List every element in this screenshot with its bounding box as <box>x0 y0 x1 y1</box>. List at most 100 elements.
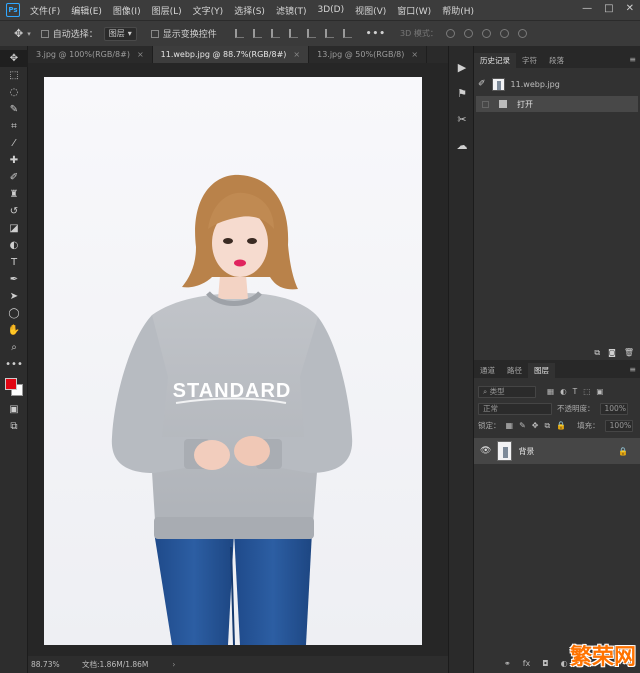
document-image[interactable]: STANDARD <box>44 77 422 645</box>
healing-brush-tool-icon[interactable]: ✚ <box>0 152 28 169</box>
close-icon[interactable]: × <box>293 50 300 59</box>
new-adjustment-icon[interactable]: ◐ <box>561 659 568 668</box>
fill-input[interactable]: 100% <box>604 419 633 432</box>
crop-tool-icon[interactable]: ⌗ <box>0 118 28 135</box>
panel-menu-icon[interactable]: ≡ <box>629 365 636 374</box>
menu-image[interactable]: 图像(I) <box>113 4 141 17</box>
new-document-from-state-icon[interactable]: ⧉ <box>594 348 600 358</box>
roll-3d-icon[interactable] <box>463 29 473 38</box>
blend-mode-dropdown[interactable]: 正常 <box>478 402 552 415</box>
filter-shape-icon[interactable]: ⬚ <box>583 387 590 396</box>
brush-tool-icon[interactable]: ✐ <box>0 169 28 186</box>
history-snapshot[interactable]: ✐ 11.webp.jpg <box>474 74 640 94</box>
edit-toolbar-icon[interactable]: ••• <box>0 356 28 373</box>
opacity-input[interactable]: 100% <box>599 402 628 415</box>
play-actions-icon[interactable]: ▶ <box>449 54 475 80</box>
align-bottom-icon[interactable] <box>324 29 334 38</box>
tab-character[interactable]: 字符 <box>516 53 543 68</box>
lock-pixels-icon[interactable]: ✎ <box>519 421 526 431</box>
tab-layers[interactable]: 图层 <box>528 363 555 378</box>
lock-transparent-icon[interactable]: ▦ <box>506 421 514 431</box>
menu-3d[interactable]: 3D(D) <box>317 5 344 15</box>
zoom-tool-icon[interactable]: ⌕ <box>0 339 28 356</box>
tool-preset-caret-icon[interactable]: ▾ <box>27 30 31 38</box>
history-brush-source-icon[interactable]: ✐ <box>478 79 486 89</box>
scale-3d-icon[interactable] <box>517 29 527 38</box>
lasso-tool-icon[interactable]: ◌ <box>0 84 28 101</box>
distribute-icon[interactable] <box>342 29 352 38</box>
status-menu-arrow-icon[interactable]: › <box>172 660 175 669</box>
eraser-tool-icon[interactable]: ◪ <box>0 220 28 237</box>
quick-select-tool-icon[interactable]: ✎ <box>0 101 28 118</box>
marquee-tool-icon[interactable]: ⬚ <box>0 67 28 84</box>
type-tool-icon[interactable]: T <box>0 254 28 271</box>
eyedropper-tool-icon[interactable]: ⁄ <box>0 135 28 152</box>
align-center-icon[interactable] <box>252 29 262 38</box>
pen-tool-icon[interactable]: ✒ <box>0 271 28 288</box>
panel-menu-icon[interactable]: ≡ <box>629 55 636 64</box>
menu-edit[interactable]: 编辑(E) <box>71 4 102 17</box>
orbit-3d-icon[interactable] <box>445 29 455 38</box>
slide-3d-icon[interactable] <box>499 29 509 38</box>
foreground-color-swatch[interactable] <box>5 378 17 390</box>
zoom-level[interactable]: 88.73% <box>28 660 68 669</box>
menu-filter[interactable]: 滤镜(T) <box>276 4 307 17</box>
tools-adjust-icon[interactable]: ✂ <box>449 106 475 132</box>
lock-artboard-icon[interactable]: ⧉ <box>544 421 550 431</box>
auto-select-target-dropdown[interactable]: 图层 ▾ <box>103 26 137 41</box>
screen-mode-icon[interactable]: ⧉ <box>0 418 28 435</box>
history-brush-tool-icon[interactable]: ↺ <box>0 203 28 220</box>
close-icon[interactable]: × <box>137 50 144 59</box>
tab-11-webp-jpg[interactable]: 11.webp.jpg @ 88.7%(RGB/8#) × <box>152 46 310 63</box>
close-icon[interactable]: × <box>411 50 418 59</box>
tab-3-jpg[interactable]: 3.jpg @ 100%(RGB/8#) × <box>28 46 153 63</box>
menu-select[interactable]: 选择(S) <box>234 4 265 17</box>
layer-style-icon[interactable]: fx <box>523 659 531 668</box>
auto-select-checkbox[interactable] <box>40 29 49 38</box>
move-tool-icon[interactable]: ✥ <box>14 27 23 40</box>
clone-stamp-tool-icon[interactable]: ♜ <box>0 186 28 203</box>
move-tool-icon[interactable]: ✥ <box>0 50 28 67</box>
camera-snapshot-icon[interactable]: ◙ <box>608 348 616 358</box>
path-select-tool-icon[interactable]: ➤ <box>0 288 28 305</box>
history-state-item[interactable]: 打开 <box>476 96 638 112</box>
filter-smart-object-icon[interactable]: ▣ <box>596 387 603 396</box>
tab-channels[interactable]: 通道 <box>474 363 501 378</box>
filter-type-icon[interactable]: T <box>573 387 578 396</box>
add-mask-icon[interactable]: ◘ <box>542 659 548 668</box>
menu-window[interactable]: 窗口(W) <box>397 4 431 17</box>
show-transform-checkbox[interactable] <box>150 29 159 38</box>
tab-history[interactable]: 历史记录 <box>474 53 516 68</box>
trash-icon[interactable]: 🗑 <box>624 348 634 358</box>
close-window-button[interactable]: ✕ <box>626 3 634 14</box>
clone-source-icon[interactable]: ⚑ <box>449 80 475 106</box>
align-right-icon[interactable] <box>270 29 280 38</box>
tab-13-jpg[interactable]: 13.jpg @ 50%(RGB/8) × <box>309 46 428 63</box>
gradient-tool-icon[interactable]: ◐ <box>0 237 28 254</box>
layer-filter-dropdown[interactable]: ⌕ 类型 <box>478 385 536 398</box>
layer-row-background[interactable]: 👁 背景 🔒 <box>474 438 640 464</box>
quick-mask-icon[interactable]: ▣ <box>0 401 28 418</box>
link-layers-icon[interactable]: ⚭ <box>504 659 511 668</box>
eye-visibility-icon[interactable]: 👁 <box>480 446 491 456</box>
align-left-icon[interactable] <box>234 29 244 38</box>
tab-paragraph[interactable]: 段落 <box>543 53 570 68</box>
tab-paths[interactable]: 路径 <box>501 363 528 378</box>
lock-all-icon[interactable]: 🔒 <box>556 421 566 431</box>
minimize-button[interactable]: — <box>582 3 592 14</box>
filter-pixel-icon[interactable]: ▦ <box>547 387 554 396</box>
lock-position-icon[interactable]: ✥ <box>532 421 539 431</box>
align-middle-icon[interactable] <box>306 29 316 38</box>
creative-cloud-icon[interactable]: ☁ <box>449 132 475 158</box>
menu-view[interactable]: 视图(V) <box>355 4 386 17</box>
maximize-button[interactable]: □ <box>604 3 613 14</box>
menu-layer[interactable]: 图层(L) <box>152 4 182 17</box>
hand-tool-icon[interactable]: ✋ <box>0 322 28 339</box>
menu-type[interactable]: 文字(Y) <box>193 4 224 17</box>
filter-adjustment-icon[interactable]: ◐ <box>560 387 567 396</box>
menu-help[interactable]: 帮助(H) <box>442 4 474 17</box>
align-top-icon[interactable] <box>288 29 298 38</box>
pan-3d-icon[interactable] <box>481 29 491 38</box>
canvas-area[interactable]: STANDARD <box>28 63 448 656</box>
more-options-button[interactable]: ••• <box>366 29 386 39</box>
